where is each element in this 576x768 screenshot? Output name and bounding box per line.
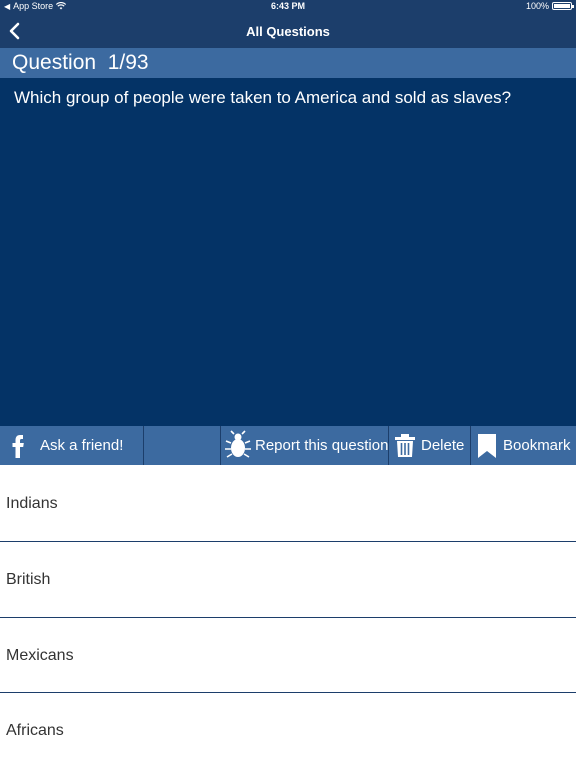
ask-friend-label: Ask a friend! — [40, 437, 124, 454]
question-toolbar: Ask a friend! Report this question Delet… — [0, 426, 576, 465]
bookmark-icon — [478, 434, 496, 458]
question-counter: 1/93 — [107, 51, 149, 74]
nav-title: All Questions — [246, 24, 330, 39]
delete-button[interactable]: Delete — [389, 426, 470, 465]
nav-bar: All Questions — [0, 14, 576, 48]
question-text: Which group of people were taken to Amer… — [14, 88, 512, 107]
answer-option[interactable]: Indians — [0, 466, 576, 541]
toolbar-divider — [143, 426, 144, 465]
facebook-icon — [12, 435, 24, 458]
battery-icon — [552, 2, 574, 10]
delete-label: Delete — [421, 437, 465, 454]
bookmark-button[interactable]: Bookmark — [471, 426, 576, 465]
report-question-label: Report this question — [255, 437, 389, 454]
bug-icon — [225, 430, 251, 458]
bookmark-label: Bookmark — [503, 437, 571, 454]
answer-option[interactable]: British — [0, 542, 576, 617]
status-time: 6:43 PM — [270, 1, 305, 11]
answer-text: British — [6, 570, 51, 588]
ask-friend-button[interactable]: Ask a friend! — [0, 426, 143, 465]
report-question-button[interactable]: Report this question — [221, 426, 388, 465]
answer-option[interactable]: Africans — [0, 693, 576, 768]
status-bar: ◀ App Store 6:43 PM 100% — [0, 0, 576, 14]
answer-text: Africans — [6, 721, 64, 739]
answer-option[interactable]: Mexicans — [0, 618, 576, 693]
question-label: Question — [12, 51, 97, 74]
question-body: Which group of people were taken to Amer… — [0, 78, 576, 426]
answer-text: Mexicans — [6, 646, 74, 664]
answer-text: Indians — [6, 494, 58, 512]
trash-icon — [395, 434, 415, 457]
battery-percent: 100% — [525, 1, 549, 11]
question-header: Question 1/93 — [0, 48, 576, 78]
